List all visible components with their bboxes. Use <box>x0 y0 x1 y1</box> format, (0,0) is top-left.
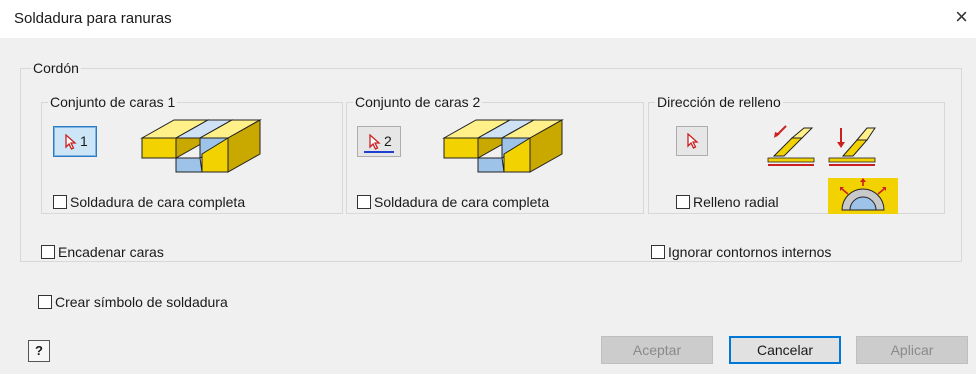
create-weld-symbol-label: Crear símbolo de soldadura <box>55 294 228 310</box>
face-set-2-full-face-label: Soldadura de cara completa <box>374 194 550 210</box>
radial-fill-checkbox[interactable]: Relleno radial <box>676 194 779 210</box>
select-arrow-icon <box>369 134 381 150</box>
dialog-body: Cordón Conjunto de caras 1 1 Soldadura d… <box>0 38 976 374</box>
select-arrow-icon <box>65 134 77 150</box>
help-icon[interactable]: ? <box>28 340 50 362</box>
cordon-legend: Cordón <box>33 60 79 76</box>
ignore-internal-contours-checkbox[interactable]: Ignorar contornos internos <box>651 244 831 260</box>
checkbox-box[interactable] <box>651 245 665 259</box>
chain-faces-checkbox[interactable]: Encadenar caras <box>41 244 164 260</box>
fill-direction-group: Dirección de relleno Relleno radial <box>648 94 945 214</box>
face-set-2-group: Conjunto de caras 2 2 Soldadura de cara … <box>346 94 644 214</box>
face-set-1-group: Conjunto de caras 1 1 Soldadura de cara … <box>41 94 343 214</box>
fill-direction-legend: Dirección de relleno <box>657 94 781 110</box>
fill-direction-select-button[interactable] <box>676 126 708 156</box>
apply-button[interactable]: Aplicar <box>856 336 968 364</box>
face-set-2-underline <box>364 151 394 153</box>
checkbox-box[interactable] <box>53 195 67 209</box>
fill-direction-1-icon[interactable] <box>766 124 816 168</box>
radial-fill-icon <box>828 178 898 214</box>
checkbox-box[interactable] <box>676 195 690 209</box>
create-weld-symbol-checkbox[interactable]: Crear símbolo de soldadura <box>38 294 228 310</box>
face-set-1-illustration <box>140 119 262 173</box>
ignore-internal-contours-label: Ignorar contornos internos <box>668 244 832 260</box>
fill-direction-2-icon[interactable] <box>827 124 877 168</box>
ok-button[interactable]: Aceptar <box>601 336 713 364</box>
face-set-1-full-face-checkbox[interactable]: Soldadura de cara completa <box>53 194 245 210</box>
cordon-group: Cordón Conjunto de caras 1 1 Soldadura d… <box>20 60 962 262</box>
radial-fill-label: Relleno radial <box>693 194 779 210</box>
face-set-1-legend: Conjunto de caras 1 <box>50 94 176 110</box>
face-set-2-illustration <box>442 119 564 173</box>
cancel-button[interactable]: Cancelar <box>729 336 841 364</box>
close-icon[interactable]: × <box>955 4 968 30</box>
checkbox-box[interactable] <box>357 195 371 209</box>
face-set-1-select-button[interactable]: 1 <box>53 126 97 157</box>
select-arrow-icon <box>687 133 699 149</box>
face-set-2-legend: Conjunto de caras 2 <box>355 94 481 110</box>
title-bar: Soldadura para ranuras × <box>0 0 976 38</box>
face-set-1-number: 1 <box>80 133 88 149</box>
face-set-2-full-face-checkbox[interactable]: Soldadura de cara completa <box>357 194 549 210</box>
face-set-2-select-button[interactable]: 2 <box>357 126 401 157</box>
checkbox-box[interactable] <box>41 245 55 259</box>
checkbox-box[interactable] <box>38 295 52 309</box>
chain-faces-label: Encadenar caras <box>58 244 164 260</box>
face-set-1-full-face-label: Soldadura de cara completa <box>70 194 246 210</box>
face-set-2-number: 2 <box>384 133 392 149</box>
dialog-title: Soldadura para ranuras <box>14 10 172 27</box>
